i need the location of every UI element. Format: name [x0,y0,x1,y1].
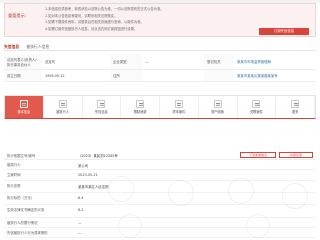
detail-value: 8.2 [78,208,84,212]
info-value: 法定代 [45,60,56,64]
info-value [142,70,194,81]
folder-icon [174,99,183,108]
notice-panel: 重要提示： 1.本信息仅供参考，标的状态以法院公告为准，一切以法院发布的正式公告… [4,3,316,37]
ban-icon [136,99,145,108]
notice-line: 4.如需订阅失信被执行人信息，请点击右侧订阅按钮进行设置。 [45,26,138,31]
tab-label: 被执行人 [56,110,69,115]
info-label: 登记机关 [204,54,234,69]
detail-value: 某某市某区人民法院 [78,185,109,189]
notice-title: 重要提示： [8,13,29,18]
detail-header: 执行依据文号/案号 （2023）某民初12345号 下载失信信息 纠错反馈 [4,150,316,160]
seal-watermark [246,214,270,238]
subscribe-button[interactable]: 订阅失信信息 [259,28,309,35]
detail-row: 生效法律文书确定的义务 8.2 [4,205,316,218]
detail-value: 6.4 [78,196,84,200]
tab-bar: 基本信息 被执行人 失信信息 限制消费 终本案件 财产线索 关联案件 更多 [4,95,316,119]
tab-label: 基本信息 [17,110,31,115]
tab-label: 限制消费 [133,110,147,115]
info-row: 成立日期 1995-05-12 住所 某某市某某区某某路某某号 [4,70,316,82]
detail-label: 立案时间 [7,173,21,177]
detail-row: 立案时间 2023-05-21 [4,170,316,181]
tab-label: 财产线索 [211,110,224,115]
detail-label: 失信被执行人行为具体情形 [7,231,48,235]
seal-watermark [168,180,194,206]
detail-label: 生效法律文书确定的义务 [7,208,45,212]
divider [4,50,316,51]
detail-label: 执行法院 [7,184,21,188]
seal-watermark [108,176,134,202]
tab-label: 更多 [291,110,299,115]
feedback-button[interactable]: 纠错反馈 [279,151,313,158]
info-label: 企业类型 [110,54,142,69]
tab-label: 失信信息 [95,110,108,115]
detail-value: — [78,231,82,235]
detail-label: 执行标的（万元） [7,196,35,200]
tab-property-clues[interactable]: 财产线索 [199,96,238,118]
detail-value: 2023-05-21 [78,173,98,177]
info-label: 成立日期 [4,70,42,81]
section-subtitle: 被执行人信息 [26,44,50,49]
detail-value: — [78,221,82,225]
tab-consumption-limit[interactable]: 限制消费 [121,96,160,118]
seal-watermark [228,178,254,204]
seal-watermark [282,183,308,209]
grid-icon [291,99,300,108]
detail-label: 被执行人的履行情况 [7,221,38,225]
tab-terminated-cases[interactable]: 终本案件 [160,96,199,118]
tab-basic-info[interactable]: 基本信息 [5,96,44,118]
info-value: 某某市市场监督管理局 [237,60,271,64]
info-value: — [145,59,149,64]
info-label [204,70,234,81]
info-grid: 法定代表人/负责人/执行事务合伙人 法定代 企业类型 — 登记机关 某某市市场监… [4,54,316,82]
search-icon [213,99,222,108]
notice-lines: 1.本信息仅供参考，标的状态以法院公告为准，一切以法院发布的正式公告为准。 2.… [45,6,245,32]
link-icon [252,99,261,108]
info-value: 1995-05-12 [45,73,65,78]
document-icon [19,99,28,108]
tab-label: 终本案件 [172,110,186,115]
detail-row: 执行法院 某某市某区人民法院 [4,181,316,193]
tab-executed-person[interactable]: 被执行人 [44,96,83,118]
detail-row: 被执行人 某公司 [4,160,316,170]
tab-label: 关联案件 [250,110,263,115]
tab-related-cases[interactable]: 关联案件 [238,96,277,118]
info-value: 某某市某某区某某路某某号 [237,74,278,78]
info-label: 法定代表人/负责人/执行事务合伙人 [4,54,42,69]
info-row: 法定代表人/负责人/执行事务合伙人 法定代 企业类型 — 登记机关 某某市市场监… [4,54,316,70]
person-icon [58,99,67,108]
section-title-text: 失信信息 [4,44,20,49]
detail-head-value: （2023）某民初12345号 [78,153,118,158]
detail-label: 被执行人 [7,163,21,167]
seal-watermark [118,214,142,238]
tab-more[interactable]: 更多 [276,96,315,118]
detail-row: 执行标的（万元） 6.4 [4,193,316,205]
detail-value: 某公司 [78,164,89,168]
detail-head-label: 执行依据文号/案号 [7,153,36,158]
list-icon [97,99,106,108]
download-button[interactable]: 下载失信信息 [240,151,276,158]
info-label: 住所 [110,70,142,81]
tab-dishonest-info[interactable]: 失信信息 [83,96,122,118]
